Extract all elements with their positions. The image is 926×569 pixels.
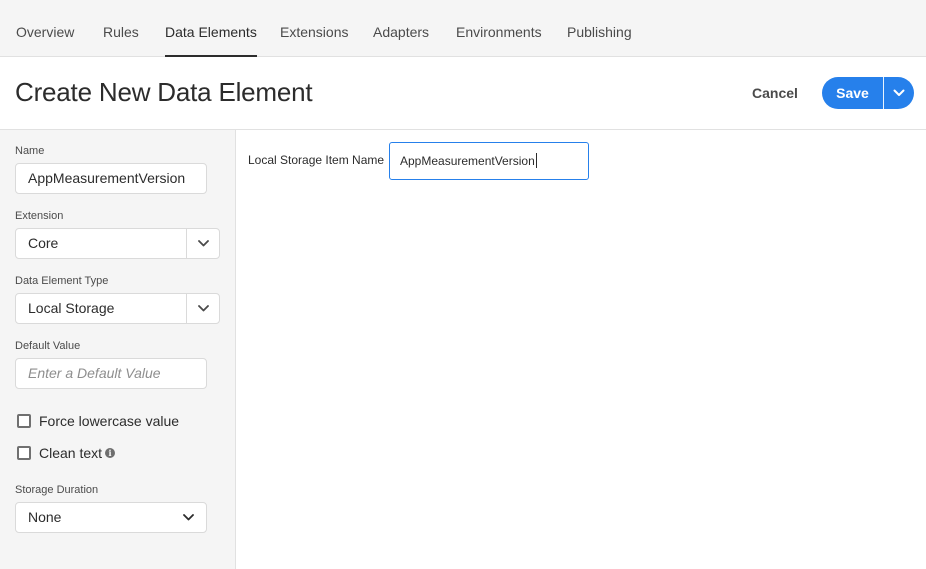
tab-data-elements[interactable]: Data Elements (165, 0, 257, 57)
top-nav: Overview Rules Data Elements Extensions … (0, 0, 926, 57)
tab-adapters[interactable]: Adapters (373, 0, 429, 57)
page-header: Create New Data Element Cancel Save (0, 57, 926, 130)
chevron-down-icon (198, 240, 209, 247)
save-button-group: Save (822, 77, 914, 109)
tab-extensions[interactable]: Extensions (280, 0, 348, 57)
cancel-button[interactable]: Cancel (745, 80, 805, 106)
clean-text-checkbox[interactable] (17, 446, 31, 460)
storage-duration-value: None (28, 509, 62, 525)
local-storage-item-name-value: AppMeasurementVersion (400, 154, 535, 168)
force-lowercase-checkbox[interactable] (17, 414, 31, 428)
chevron-down-icon (893, 89, 905, 96)
data-element-type-value: Local Storage (28, 300, 115, 316)
info-icon[interactable]: i (105, 448, 115, 458)
tab-rules[interactable]: Rules (103, 0, 139, 57)
storage-duration-label: Storage Duration (15, 484, 99, 496)
chevron-down-icon (183, 514, 194, 521)
local-storage-item-name-input[interactable]: AppMeasurementVersion (389, 142, 589, 180)
force-lowercase-label: Force lowercase value (39, 413, 180, 429)
tab-environments[interactable]: Environments (456, 0, 542, 57)
name-label: Name (15, 145, 45, 157)
data-element-type-select[interactable]: Local Storage (15, 293, 220, 324)
tab-publishing[interactable]: Publishing (567, 0, 632, 57)
extension-select[interactable]: Core (15, 228, 220, 259)
page-title: Create New Data Element (15, 77, 313, 107)
save-options-button[interactable] (884, 77, 914, 109)
data-element-type-dropdown-button[interactable] (186, 294, 219, 323)
name-input[interactable]: AppMeasurementVersion (15, 163, 207, 194)
tab-overview[interactable]: Overview (16, 0, 74, 57)
data-element-type-label: Data Element Type (15, 275, 109, 287)
extension-value: Core (28, 235, 59, 251)
default-value-input[interactable]: Enter a Default Value (15, 358, 207, 389)
save-button[interactable]: Save (822, 77, 883, 109)
extension-dropdown-button[interactable] (186, 229, 219, 258)
extension-label: Extension (15, 210, 64, 222)
default-value-label: Default Value (15, 340, 81, 352)
storage-duration-select[interactable]: None (15, 502, 207, 533)
text-cursor (535, 153, 537, 169)
chevron-down-icon (198, 305, 209, 312)
local-storage-item-name-label: Local Storage Item Name (248, 153, 385, 167)
sidebar: Name AppMeasurementVersion Extension Cor… (0, 130, 236, 569)
clean-text-label: Clean text (39, 445, 103, 461)
